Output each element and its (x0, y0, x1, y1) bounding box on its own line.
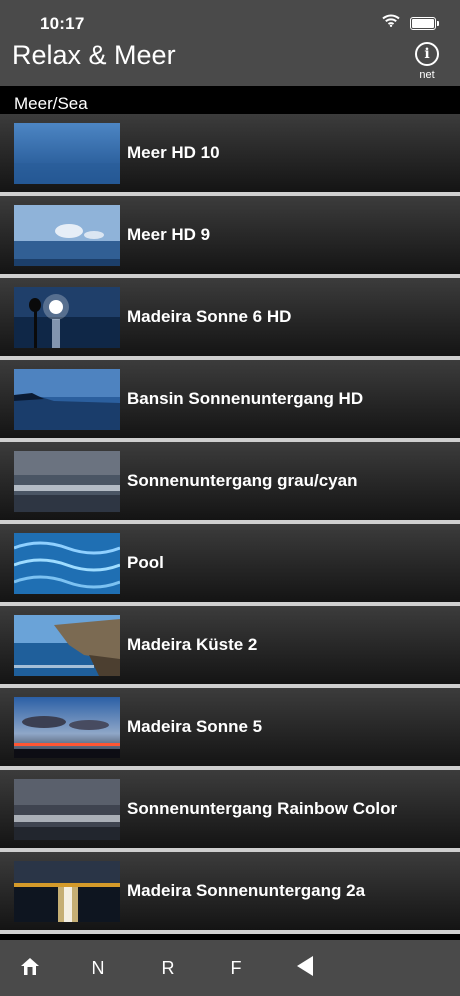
thumbnail (14, 697, 120, 758)
thumbnail (14, 533, 120, 594)
status-time: 10:17 (40, 14, 85, 33)
back-tab[interactable] (281, 940, 329, 996)
list-item-label: Madeira Sonne 6 HD (127, 307, 292, 326)
triangle-left-icon (296, 955, 314, 982)
bottom-tab-bar: N R F (0, 940, 460, 996)
list-item[interactable]: Madeira Küste 2 (0, 606, 460, 688)
list-item-label: Meer HD 9 (127, 225, 211, 244)
info-label: net (419, 69, 435, 81)
thumbnail (14, 451, 120, 512)
list-item[interactable]: Sonnenuntergang Rainbow Color (0, 770, 460, 852)
home-tab[interactable] (6, 940, 54, 996)
list-item[interactable]: Pool (0, 524, 460, 606)
thumbnail (14, 615, 120, 676)
thumbnail (14, 861, 120, 922)
thumbnail (14, 369, 120, 430)
info-icon: i (415, 42, 439, 66)
list-item-label: Meer HD 10 (127, 143, 220, 162)
list-item-label: Sonnenuntergang Rainbow Color (127, 799, 398, 818)
status-icons (382, 14, 439, 32)
list-item-label: Pool (127, 553, 164, 572)
thumbnail (14, 779, 120, 840)
section-label: Meer/Sea (14, 94, 88, 113)
list-item[interactable]: Madeira Sonne 6 HD (0, 278, 460, 360)
list-item-label: Madeira Sonnenuntergang 2a (127, 881, 366, 900)
app-title: Relax & Meer (12, 40, 176, 70)
list-item[interactable]: Madeira Sonnenuntergang 2a (0, 852, 460, 934)
battery-icon (410, 16, 439, 30)
list-item[interactable]: Madeira Sonne 5 (0, 688, 460, 770)
list-item-label: Madeira Sonne 5 (127, 717, 263, 736)
list-item[interactable]: Meer HD 10 (0, 114, 460, 196)
wifi-icon (382, 14, 400, 32)
thumbnail (14, 287, 120, 348)
section-header: Meer/Sea (0, 86, 460, 114)
tab-f[interactable]: F (212, 940, 260, 996)
app-header: Relax & Meer i net (0, 36, 460, 86)
list-item[interactable]: Bansin Sonnenuntergang HD (0, 360, 460, 442)
video-list[interactable]: Meer HD 10 Meer HD 9 Madeira Sonne 6 HD … (0, 114, 460, 940)
list-item-label: Sonnenuntergang grau/cyan (127, 471, 358, 490)
list-item[interactable]: Meer HD 9 (0, 196, 460, 278)
tab-r[interactable]: R (144, 940, 192, 996)
status-bar: 10:17 (0, 0, 460, 36)
tab-n[interactable]: N (74, 940, 122, 996)
thumbnail (14, 123, 120, 184)
thumbnail (14, 205, 120, 266)
info-button[interactable]: i net (412, 42, 442, 82)
list-item-label: Madeira Küste 2 (127, 635, 258, 654)
home-icon (19, 955, 41, 982)
list-item[interactable]: Sonnenuntergang grau/cyan (0, 442, 460, 524)
list-item-label: Bansin Sonnenuntergang HD (127, 389, 364, 408)
